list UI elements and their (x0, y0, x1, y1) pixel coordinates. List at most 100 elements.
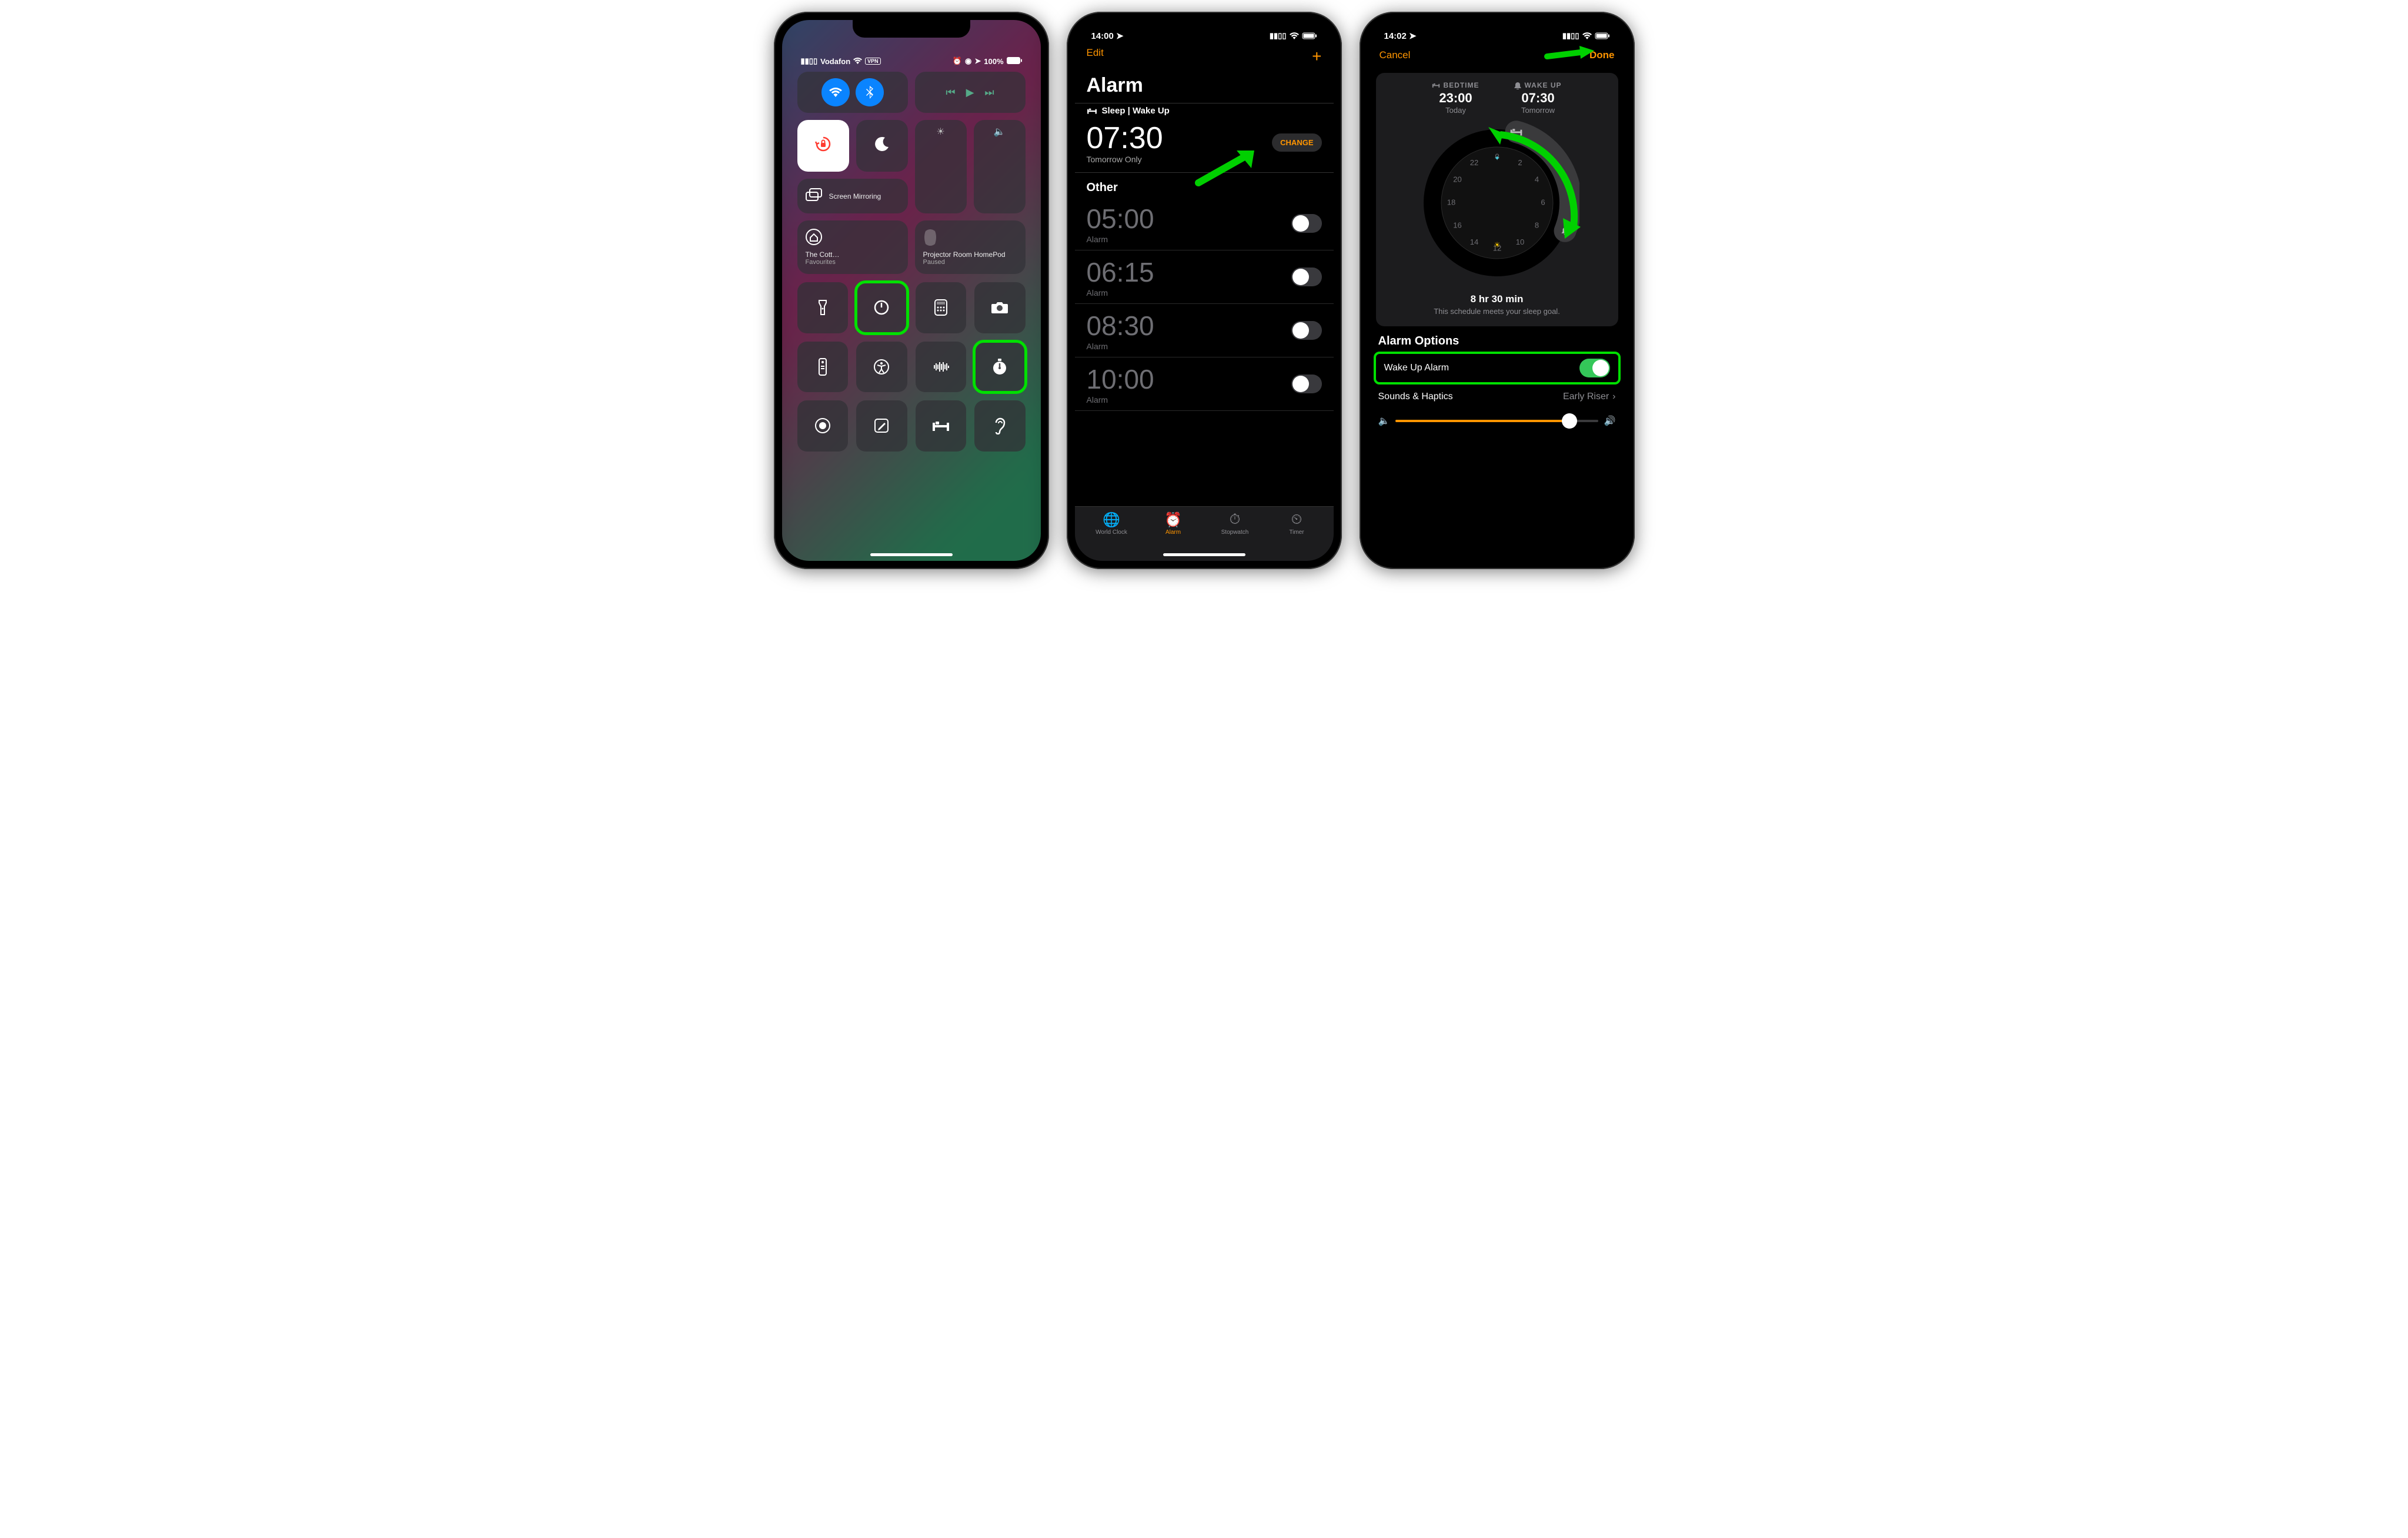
page-title: Alarm (1087, 74, 1322, 97)
tab-label: Alarm (1165, 529, 1181, 536)
voice-memo-button[interactable] (916, 342, 967, 393)
wake-up-alarm-row[interactable]: Wake Up Alarm (1374, 352, 1621, 384)
alarm-toggle[interactable] (1291, 268, 1322, 286)
change-button[interactable]: CHANGE (1272, 133, 1321, 152)
wake-up-toggle[interactable] (1579, 359, 1610, 377)
alarm-list: 05:00Alarm06:15Alarm08:30Alarm10:00Alarm (1075, 197, 1334, 411)
sleep-section-header: Sleep | Wake Up (1075, 103, 1334, 118)
phone-frame-1: ▮▮▯▯ Vodafon VPN ⏰ ◉ ➤ 100% (774, 12, 1049, 569)
bedtime-day: Today (1432, 106, 1479, 115)
sleep-wake-row: 07:30 Tomorrow Only CHANGE (1075, 118, 1334, 173)
tab-label: Timer (1289, 529, 1304, 536)
control-center-buttons (797, 282, 1026, 452)
screen-alarm-list: 14:00 ➤ ▮▮▯▯ Edit + Alarm Sleep | Wake U… (1075, 20, 1334, 561)
vpn-badge: VPN (865, 58, 881, 65)
orientation-lock-icon (814, 135, 832, 157)
cellular-bars-icon: ▮▮▯▯ (1562, 31, 1579, 41)
brightness-slider[interactable]: ☀ (915, 120, 967, 213)
stopwatch-button[interactable] (974, 342, 1026, 393)
timer-icon: ⏲ (1291, 511, 1302, 528)
alarm-label: Alarm (1087, 342, 1154, 351)
do-not-disturb-tile[interactable] (856, 120, 908, 172)
done-button[interactable]: Done (1589, 49, 1615, 61)
battery-icon (1007, 57, 1022, 66)
row-label: Sounds & Haptics (1378, 392, 1453, 402)
sleep-header-text: Sleep | Wake Up (1102, 106, 1170, 116)
home-tile-title: The Cott… (806, 250, 840, 259)
screen-mirroring-tile[interactable]: Screen Mirroring (797, 179, 908, 213)
cancel-button[interactable]: Cancel (1380, 49, 1411, 61)
timer-button[interactable] (856, 282, 907, 333)
add-alarm-button[interactable]: + (1312, 47, 1321, 66)
tab-timer[interactable]: ⏲Timer (1266, 511, 1328, 561)
edit-button[interactable]: Edit (1087, 47, 1104, 66)
alarm-row[interactable]: 10:00Alarm (1075, 357, 1334, 411)
homepod-sub: Paused (923, 259, 945, 266)
alarm-clock-icon: ⏰ (1164, 511, 1182, 528)
svg-text:16: 16 (1453, 220, 1461, 229)
wifi-icon (1582, 32, 1592, 39)
alarm-options-header: Alarm Options (1368, 330, 1627, 352)
home-indicator[interactable] (1163, 553, 1245, 556)
wifi-toggle[interactable] (821, 78, 850, 106)
stopwatch-icon: ⏱ (1230, 511, 1241, 528)
wakeup-label: WAKE UP (1514, 81, 1561, 89)
homepod-title: Projector Room HomePod (923, 250, 1006, 259)
wake-sub: Tomorrow Only (1087, 155, 1322, 164)
svg-text:14: 14 (1469, 238, 1478, 246)
moon-icon (874, 136, 890, 156)
connectivity-tile[interactable] (797, 72, 908, 113)
flashlight-button[interactable] (797, 282, 849, 333)
volume-slider[interactable]: 🔈 (974, 120, 1026, 213)
camera-button[interactable] (974, 282, 1026, 333)
homepod-icon (923, 229, 937, 250)
cellular-bars-icon: ▮▮▯▯ (801, 56, 818, 66)
alarm-toggle[interactable] (1291, 375, 1322, 393)
orientation-lock-tile[interactable] (797, 120, 849, 172)
notch (853, 20, 970, 38)
bluetooth-toggle[interactable] (856, 78, 884, 106)
sleep-button[interactable] (916, 400, 967, 452)
alarm-toggle[interactable] (1291, 214, 1322, 233)
alarm-row[interactable]: 06:15Alarm (1075, 250, 1334, 304)
volume-low-icon: 🔈 (1378, 415, 1390, 427)
calculator-button[interactable] (916, 282, 967, 333)
home-icon (806, 229, 822, 249)
prev-track-icon[interactable]: ⏮ (946, 86, 955, 99)
alarm-row[interactable]: 05:00Alarm (1075, 197, 1334, 250)
accessibility-button[interactable] (856, 342, 907, 393)
tab-world-clock[interactable]: 🌐World Clock (1081, 511, 1143, 561)
hearing-button[interactable] (974, 400, 1026, 452)
bedtime-value: 23:00 (1432, 91, 1479, 106)
status-bar: ▮▮▯▯ Vodafon VPN ⏰ ◉ ➤ 100% (797, 56, 1026, 72)
svg-text:20: 20 (1453, 175, 1461, 183)
home-indicator[interactable] (870, 553, 953, 556)
sounds-haptics-row[interactable]: Sounds & Haptics Early Riser› (1368, 384, 1627, 409)
screen-record-button[interactable] (797, 400, 849, 452)
notes-button[interactable] (856, 400, 907, 452)
volume-row[interactable]: 🔈 🔊 (1368, 409, 1627, 433)
nav-bar: Cancel Done (1368, 41, 1627, 69)
play-icon[interactable]: ▶ (966, 86, 974, 99)
remote-button[interactable] (797, 342, 849, 393)
alarm-label: Alarm (1087, 235, 1154, 244)
wakeup-day: Tomorrow (1514, 106, 1561, 115)
home-favourites-tile[interactable]: The Cott… Favourites (797, 220, 908, 274)
notch (1145, 20, 1263, 38)
carrier-label: Vodafon (820, 57, 850, 66)
phone-frame-3: 14:02 ➤ ▮▮▯▯ Cancel Done BEDTIME 23:00 T… (1360, 12, 1635, 569)
lock-status-icon: ◉ (965, 56, 971, 66)
svg-text:6: 6 (1541, 198, 1545, 206)
alarm-status-icon: ⏰ (953, 56, 962, 66)
volume-slider[interactable] (1395, 420, 1598, 422)
next-track-icon[interactable]: ⏭ (984, 86, 994, 99)
phone-frame-2: 14:00 ➤ ▮▮▯▯ Edit + Alarm Sleep | Wake U… (1067, 12, 1342, 569)
home-tile-sub: Favourites (806, 259, 836, 266)
media-controls-tile[interactable]: ⏮ ▶ ⏭ (915, 72, 1026, 113)
homepod-tile[interactable]: Projector Room HomePod Paused (915, 220, 1026, 274)
battery-pct: 100% (984, 57, 1003, 66)
alarm-row[interactable]: 08:30Alarm (1075, 304, 1334, 357)
wifi-icon (1290, 32, 1299, 39)
alarm-toggle[interactable] (1291, 321, 1322, 340)
sleep-ring[interactable]: 0246810121416182022 ✦ ☀ (1415, 121, 1579, 285)
